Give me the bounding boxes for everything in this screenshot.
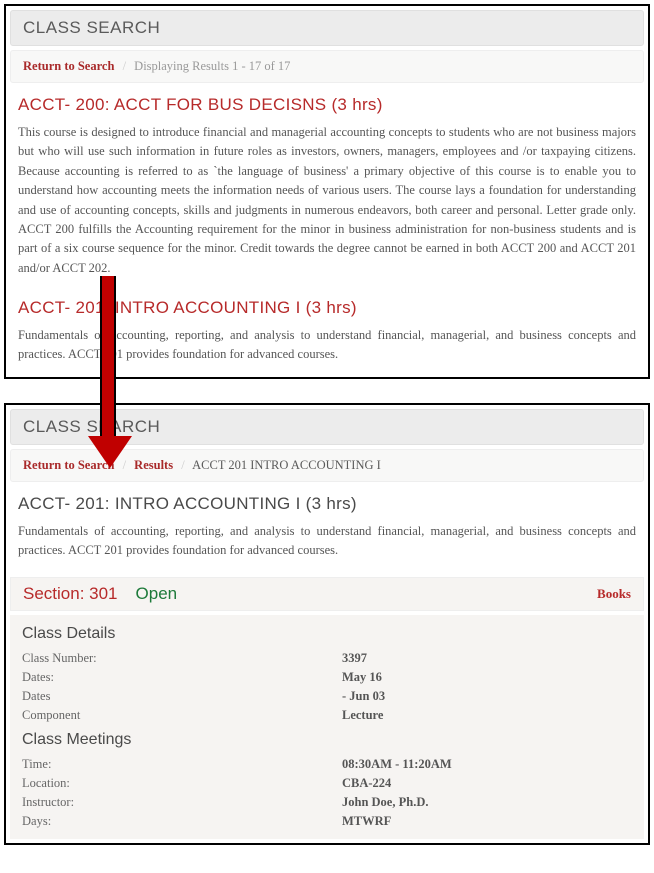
section-header: Section: 301 Open Books — [10, 577, 644, 611]
breadcrumb: Return to Search / Displaying Results 1 … — [10, 50, 644, 83]
course-detail-panel: CLASS SEARCH Return to Search / Results … — [4, 403, 650, 845]
course-title: ACCT- 200: ACCT FOR BUS DECISNS (3 hrs) — [18, 95, 636, 115]
breadcrumb-separator: / — [123, 59, 126, 73]
detail-value: MTWRF — [342, 814, 391, 829]
section-number: Section: 301 — [23, 584, 118, 604]
course-title: ACCT- 201: INTRO ACCOUNTING I (3 hrs) — [18, 494, 636, 514]
detail-label: Location: — [22, 776, 342, 791]
section-status: Open — [136, 584, 178, 604]
detail-value: John Doe, Ph.D. — [342, 795, 428, 810]
flow-arrow-icon — [100, 276, 132, 468]
course-description: Fundamentals of accounting, reporting, a… — [18, 522, 636, 561]
detail-label: Class Number: — [22, 651, 342, 666]
class-details-block: Class Details Class Number:3397Dates:May… — [10, 615, 644, 839]
return-to-search-link[interactable]: Return to Search — [23, 59, 114, 73]
detail-label: Dates: — [22, 670, 342, 685]
class-details-heading: Class Details — [22, 625, 632, 643]
breadcrumb-current: ACCT 201 INTRO ACCOUNTING I — [192, 458, 381, 472]
meeting-row: Location:CBA-224 — [22, 774, 632, 793]
detail-label: Days: — [22, 814, 342, 829]
detail-value: May 16 — [342, 670, 382, 685]
class-meetings-heading: Class Meetings — [22, 731, 632, 749]
detail-value: - Jun 03 — [342, 689, 385, 704]
results-link[interactable]: Results — [134, 458, 173, 472]
meeting-row: Instructor:John Doe, Ph.D. — [22, 793, 632, 812]
books-link[interactable]: Books — [597, 586, 631, 602]
class-detail-row: Class Number:3397 — [22, 649, 632, 668]
meeting-row: Time:08:30AM - 11:20AM — [22, 755, 632, 774]
panel-header: CLASS SEARCH — [10, 10, 644, 46]
detail-label: Component — [22, 708, 342, 723]
results-count-text: Displaying Results 1 - 17 of 17 — [134, 59, 290, 73]
breadcrumb-separator: / — [181, 458, 184, 472]
class-detail-row: Dates - Jun 03 — [22, 687, 632, 706]
detail-value: CBA-224 — [342, 776, 391, 791]
detail-value: 3397 — [342, 651, 367, 666]
detail-value: Lecture — [342, 708, 383, 723]
meeting-row: Days:MTWRF — [22, 812, 632, 831]
detail-label: Dates — [22, 689, 342, 704]
course-acct-200[interactable]: ACCT- 200: ACCT FOR BUS DECISNS (3 hrs) … — [6, 87, 648, 290]
page-title: CLASS SEARCH — [23, 18, 631, 38]
class-detail-row: ComponentLecture — [22, 706, 632, 725]
detail-label: Instructor: — [22, 795, 342, 810]
course-detail-header: ACCT- 201: INTRO ACCOUNTING I (3 hrs) Fu… — [6, 486, 648, 573]
class-detail-row: Dates:May 16 — [22, 668, 632, 687]
course-description: This course is designed to introduce fin… — [18, 123, 636, 278]
